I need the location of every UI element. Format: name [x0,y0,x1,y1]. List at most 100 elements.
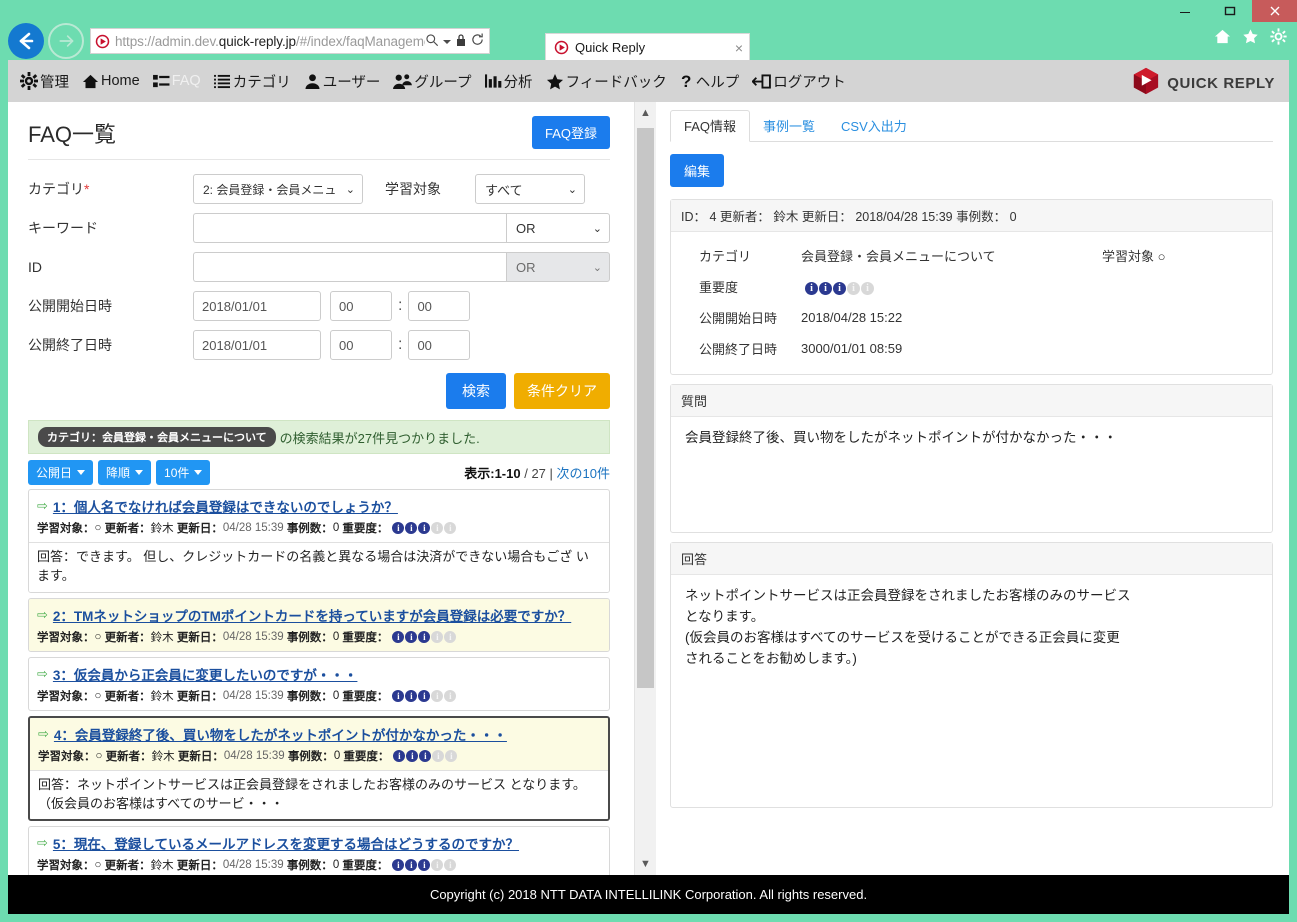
edit-button[interactable]: 編集 [670,154,725,187]
meta-updater-label: 更新者： [105,750,152,763]
browser-tab[interactable]: Quick Reply × [545,33,750,61]
meta-updated-label: 更新日： [177,750,224,763]
nav-item-help[interactable]: ? ヘルプ [680,71,740,92]
sort-field-label: 公開日 [36,466,73,480]
meta-cases-value: 0 [332,859,343,872]
chevron-down-icon[interactable] [443,34,451,49]
new-tab-button[interactable] [750,39,780,61]
keyword-input[interactable] [193,213,506,243]
importance-dot: i [431,689,444,702]
faq-item-title[interactable]: 5：現在、登録しているメールアドレスを変更する場合はどうするのですか？ [53,833,519,853]
faq-list-scrollbar[interactable]: ▲ ▼ [634,102,656,875]
nav-item-analytics[interactable]: 分析 [484,71,533,92]
window-titlebar [0,0,1297,22]
sort-field-button[interactable]: 公開日 [28,460,94,485]
end-date-input[interactable] [193,330,321,360]
faq-item-meta: 学習対象： ○ 更新者： 鈴木 更新日： 04/28 15:39 事例数： 0 重要度：… [30,746,608,770]
maximize-button[interactable] [1207,0,1252,22]
faq-item-meta: 学習対象： ○ 更新者： 鈴木 更新日： 04/28 15:39 事例数： 0 重要度：… [29,687,609,710]
question-panel-body: 会員登録終了後、買い物をしたがネットポイントが付かなかった・・・ [685,430,1117,445]
nav-item-feedback[interactable]: フィードバック [546,71,667,92]
faq-list-item[interactable]: ⇨ 4：会員登録終了後、買い物をしたがネットポイントが付かなかった・・・ 学習対象：… [28,715,610,822]
nav-label: Home [101,73,140,89]
scroll-down-icon[interactable]: ▼ [635,853,656,875]
end-hour-input[interactable] [330,330,392,360]
chevron-down-icon: ⌄ [567,183,577,196]
settings-gear-icon[interactable] [1270,28,1287,50]
id-input[interactable] [193,252,506,282]
importance-dot: i [418,859,431,872]
meta-learning-label: 学習対象： [38,750,96,763]
meta-updated-label: 更新日： [176,860,223,873]
nav-item-user[interactable]: ユーザー [304,71,380,92]
faq-item-title[interactable]: 2：TMネットショップのTMポイントカードを持っていますが会員登録は必要ですか？ [53,605,571,625]
meta-learning-value: ○ [94,630,105,643]
faq-summary-line: ID： 4 更新者： 鈴木 更新日： 2018/04/28 15:39 事例数：… [671,200,1272,232]
question-panel: 質問 会員登録終了後、買い物をしたがネットポイントが付かなかった・・・ [670,384,1273,533]
importance-dot: i [431,630,444,643]
faq-info-row: カテゴリ 会員登録・会員メニューについて 学習対象 ○ [671,240,1272,271]
faq-item-title[interactable]: 3：仮会員から正会員に変更したいのですが・・・ [53,664,358,684]
nav-label: ログアウト [773,74,846,91]
back-icon[interactable] [8,23,44,59]
nav-item-home[interactable]: Home [82,73,140,90]
sort-order-button[interactable]: 降順 [98,460,152,485]
scroll-up-icon[interactable]: ▲ [635,102,656,124]
scrollbar-thumb[interactable] [637,128,654,688]
result-count-text: の検索結果が27件見つかりました. [279,430,480,446]
forward-icon[interactable] [48,23,84,59]
meta-cases-label: 事例数： [287,750,334,763]
faq-info-value: 会員登録・会員メニューについて [801,249,996,264]
faq-item-title[interactable]: 1：個人名でなければ会員登録はできないのでしょうか？ [53,496,398,516]
nav-item-logout[interactable]: ログアウト [752,71,846,92]
clear-conditions-button[interactable]: 条件クリア [514,373,610,409]
nav-item-category[interactable]: カテゴリ [213,71,291,92]
end-minute-input[interactable] [408,330,471,360]
minimize-button[interactable] [1162,0,1207,22]
importance-dot: i [431,859,444,872]
next-page-link[interactable]: 次の10件 [557,466,610,481]
faq-item-title[interactable]: 4：会員登録終了後、買い物をしたがネットポイントが付かなかった・・・ [54,724,507,744]
home-icon[interactable] [1214,28,1231,50]
category-select[interactable]: 2: 会員登録・会員メニュ ⌄ [193,174,363,204]
edit-action-row: 編集 [670,142,1273,199]
start-date-input[interactable] [193,291,321,321]
nav-item-kanri[interactable]: 管理 [20,71,69,92]
learning-select[interactable]: すべて ⌄ [475,174,585,204]
nav-label: FAQ [171,73,201,89]
address-bar[interactable]: https://admin.dev.quick-reply.jp/#/index… [90,28,490,54]
favorites-icon[interactable] [1242,28,1259,50]
nav-item-faq[interactable]: FAQ [152,73,201,89]
faq-register-button[interactable]: FAQ登録 [531,116,610,149]
app-navigation: 管理 Home FAQ カテゴリ ユーザー グループ 分析 フィードバック ? … [8,60,1289,102]
detail-tab[interactable]: 事例一覧 [750,111,828,141]
sort-order-label: 降順 [106,466,131,480]
nav-item-group[interactable]: グループ [393,71,472,92]
start-datetime-label: 公開開始日時 [28,298,112,314]
faq-list-item[interactable]: ⇨ 1：個人名でなければ会員登録はできないのでしょうか？ 学習対象： ○ 更新者： 鈴木… [28,489,610,593]
tab-close-icon[interactable]: × [735,40,743,56]
meta-updated-label: 更新日： [176,523,223,535]
close-button[interactable] [1252,0,1297,22]
chevron-down-icon: ⌄ [592,261,602,274]
group-icon [393,73,413,90]
meta-learning-label: 学習対象： [37,631,95,644]
nav-label: カテゴリ [232,74,291,91]
start-hour-input[interactable] [330,291,392,321]
keyword-operator-select[interactable]: OR ⌄ [506,213,610,243]
search-button[interactable]: 検索 [446,373,506,409]
detail-tabs: FAQ情報 事例一覧 CSV入出力 [670,110,1273,142]
faq-list-item[interactable]: ⇨ 2：TMネットショップのTMポイントカードを持っていますが会員登録は必要ですか… [28,597,610,652]
reload-icon[interactable] [471,33,484,49]
faq-item-meta: 学習対象： ○ 更新者： 鈴木 更新日： 04/28 15:39 事例数： 0 重要度：… [29,627,609,651]
page-size-button[interactable]: 10件 [156,460,211,485]
start-minute-input[interactable] [408,291,471,321]
faq-info-row: 公開開始日時 2018/04/28 15:22 [671,302,1272,333]
search-icon[interactable] [425,33,439,50]
paging-total: 27 [531,466,546,481]
detail-tab[interactable]: CSV入出力 [828,111,920,141]
meta-updated-value: 04/28 15:39 [222,630,287,643]
faq-list-item[interactable]: ⇨ 5：現在、登録しているメールアドレスを変更する場合はどうするのですか？ 学習対象… [28,826,610,875]
detail-tab[interactable]: FAQ情報 [670,110,751,142]
faq-list-item[interactable]: ⇨ 3：仮会員から正会員に変更したいのですが・・・ 学習対象： ○ 更新者： 鈴木 更新… [28,656,610,711]
